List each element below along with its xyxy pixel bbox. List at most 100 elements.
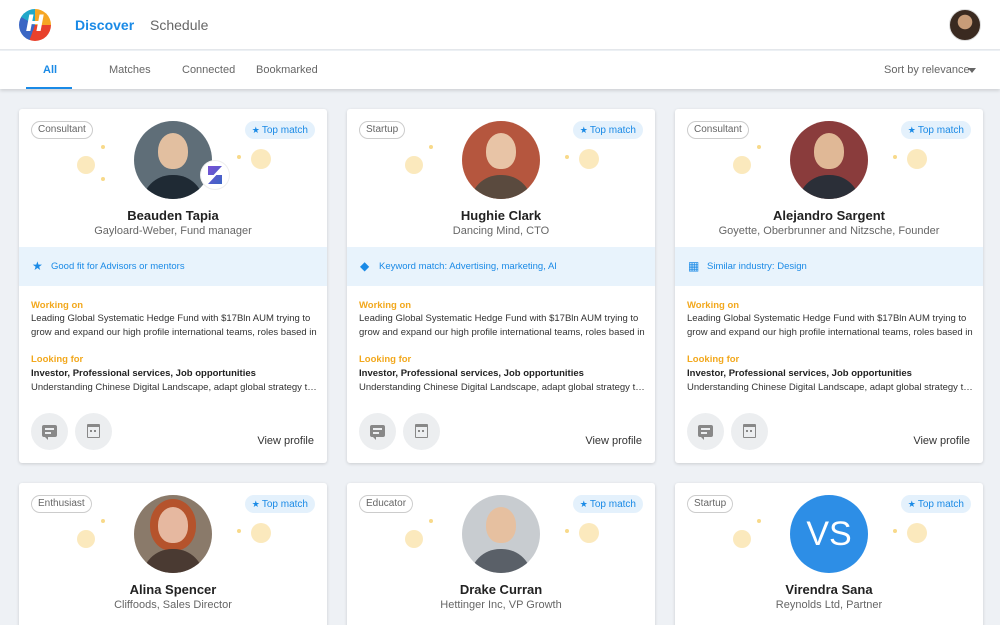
type-badge: Educator	[359, 495, 414, 513]
view-profile-link[interactable]: View profile	[913, 435, 970, 447]
top-match-badge: ★ Top match	[572, 121, 643, 139]
profile-name[interactable]: Hughie Clark	[347, 208, 655, 223]
profile-role: Dancing Mind, CTO	[452, 225, 550, 237]
filter-tab-bookmarked[interactable]: Bookmarked	[256, 64, 318, 76]
decoration	[405, 530, 423, 548]
top-match-badge: ★ Top match	[244, 495, 315, 513]
looking-for-text: Understanding Chinese Digital Landscape,…	[687, 382, 973, 393]
working-on-label: Working on	[359, 300, 412, 311]
match-reason-text: Keyword match: Advertising, marketing, A…	[379, 261, 557, 272]
active-tab-indicator	[26, 87, 72, 89]
looking-for-tags: Investor, Professional services, Job opp…	[31, 368, 256, 379]
star-icon: ★	[907, 125, 916, 135]
looking-for-text: Understanding Chinese Digital Landscape,…	[31, 382, 317, 393]
profile-card[interactable]: Consultant ★ Top match Beauden Tapia Gayl…	[19, 109, 327, 463]
working-on-label: Working on	[31, 300, 84, 311]
message-button[interactable]	[687, 413, 724, 450]
chevron-down-icon[interactable]	[968, 68, 976, 73]
match-reason: ◆ Keyword match: Advertising, marketing,…	[347, 247, 655, 286]
filter-tab-all[interactable]: All	[43, 64, 57, 76]
profile-card[interactable]: Consultant ★ Top match Alejandro Sargent …	[675, 109, 983, 463]
decoration	[757, 519, 761, 523]
profile-photo	[134, 495, 212, 573]
working-on-text: Leading Global Systematic Hedge Fund wit…	[687, 313, 973, 338]
decoration	[101, 177, 105, 181]
schedule-button[interactable]	[403, 413, 440, 450]
top-match-badge: ★ Top match	[572, 495, 643, 513]
decoration	[101, 145, 105, 149]
profile-card[interactable]: Startup ★ Top match Hughie Clark Dancing …	[347, 109, 655, 463]
profile-name[interactable]: Drake Curran	[347, 582, 655, 597]
star-icon: ★	[579, 499, 588, 509]
type-badge: Startup	[359, 121, 406, 139]
match-reason-text: Good fit for Advisors or mentors	[51, 261, 185, 272]
profile-initials-avatar: VS	[790, 495, 868, 573]
star-icon: ★	[251, 499, 260, 509]
sort-dropdown[interactable]: Sort by relevance	[884, 64, 970, 76]
message-button[interactable]	[359, 413, 396, 450]
profile-name[interactable]: Virendra Sana	[675, 582, 983, 597]
profile-card[interactable]: Educator ★ Top match Drake Curran Hetting…	[347, 483, 655, 625]
looking-for-tags: Investor, Professional services, Job opp…	[359, 368, 584, 379]
message-button[interactable]	[31, 413, 68, 450]
match-reason: ▦ Similar industry: Design	[675, 247, 983, 286]
decoration	[757, 145, 761, 149]
nav-tab-discover[interactable]: Discover	[75, 17, 134, 33]
profile-role: Goyette, Oberbrunner and Nitzsche, Found…	[718, 225, 940, 237]
working-on-text: Leading Global Systematic Hedge Fund wit…	[359, 313, 645, 338]
decoration	[101, 519, 105, 523]
decoration	[733, 530, 751, 548]
decoration	[907, 149, 927, 169]
user-avatar[interactable]	[949, 9, 981, 41]
building-icon: ▦	[688, 259, 700, 273]
star-icon: ★	[579, 125, 588, 135]
working-on-label: Working on	[687, 300, 740, 311]
tag-icon: ◆	[360, 259, 370, 273]
nav-tab-schedule[interactable]: Schedule	[150, 17, 208, 33]
schedule-button[interactable]	[75, 413, 112, 450]
decoration	[251, 523, 271, 543]
filter-bar: All Matches Connected Bookmarked Sort by…	[0, 51, 1000, 89]
calendar-icon	[87, 424, 100, 438]
top-match-badge: ★ Top match	[900, 121, 971, 139]
chat-icon	[698, 425, 713, 440]
decoration	[893, 529, 897, 533]
profile-name[interactable]: Beauden Tapia	[19, 208, 327, 223]
profile-card[interactable]: Enthusiast ★ Top match Alina Spencer Clif…	[19, 483, 327, 625]
app-logo[interactable]: H	[19, 9, 51, 41]
decoration	[565, 529, 569, 533]
profile-role: Cliffoods, Sales Director	[114, 599, 232, 611]
type-badge: Consultant	[31, 121, 93, 139]
view-profile-link[interactable]: View profile	[585, 435, 642, 447]
type-badge: Startup	[687, 495, 734, 513]
profile-role: Gayloard-Weber, Fund manager	[94, 225, 252, 237]
decoration	[429, 145, 433, 149]
star-icon: ★	[251, 125, 260, 135]
star-icon: ★	[907, 499, 916, 509]
company-logo	[201, 161, 229, 189]
profile-photo	[790, 121, 868, 199]
decoration	[237, 155, 241, 159]
decoration	[579, 523, 599, 543]
decoration	[579, 149, 599, 169]
profile-name[interactable]: Alina Spencer	[19, 582, 327, 597]
decoration	[893, 155, 897, 159]
profile-role: Reynolds Ltd, Partner	[775, 599, 883, 611]
profile-photo	[462, 495, 540, 573]
profile-card[interactable]: Startup ★ Top match VS Virendra Sana Reyn…	[675, 483, 983, 625]
profile-name[interactable]: Alejandro Sargent	[675, 208, 983, 223]
top-match-badge: ★ Top match	[244, 121, 315, 139]
looking-for-label: Looking for	[31, 354, 84, 365]
decoration	[77, 156, 95, 174]
view-profile-link[interactable]: View profile	[257, 435, 314, 447]
schedule-button[interactable]	[731, 413, 768, 450]
decoration	[565, 155, 569, 159]
profile-photo	[462, 121, 540, 199]
filter-tab-connected[interactable]: Connected	[182, 64, 235, 76]
chat-icon	[42, 425, 57, 440]
decoration	[429, 519, 433, 523]
decoration	[907, 523, 927, 543]
filter-tab-matches[interactable]: Matches	[109, 64, 151, 76]
calendar-icon	[743, 424, 756, 438]
top-navigation-bar: H Discover Schedule	[0, 0, 1000, 50]
